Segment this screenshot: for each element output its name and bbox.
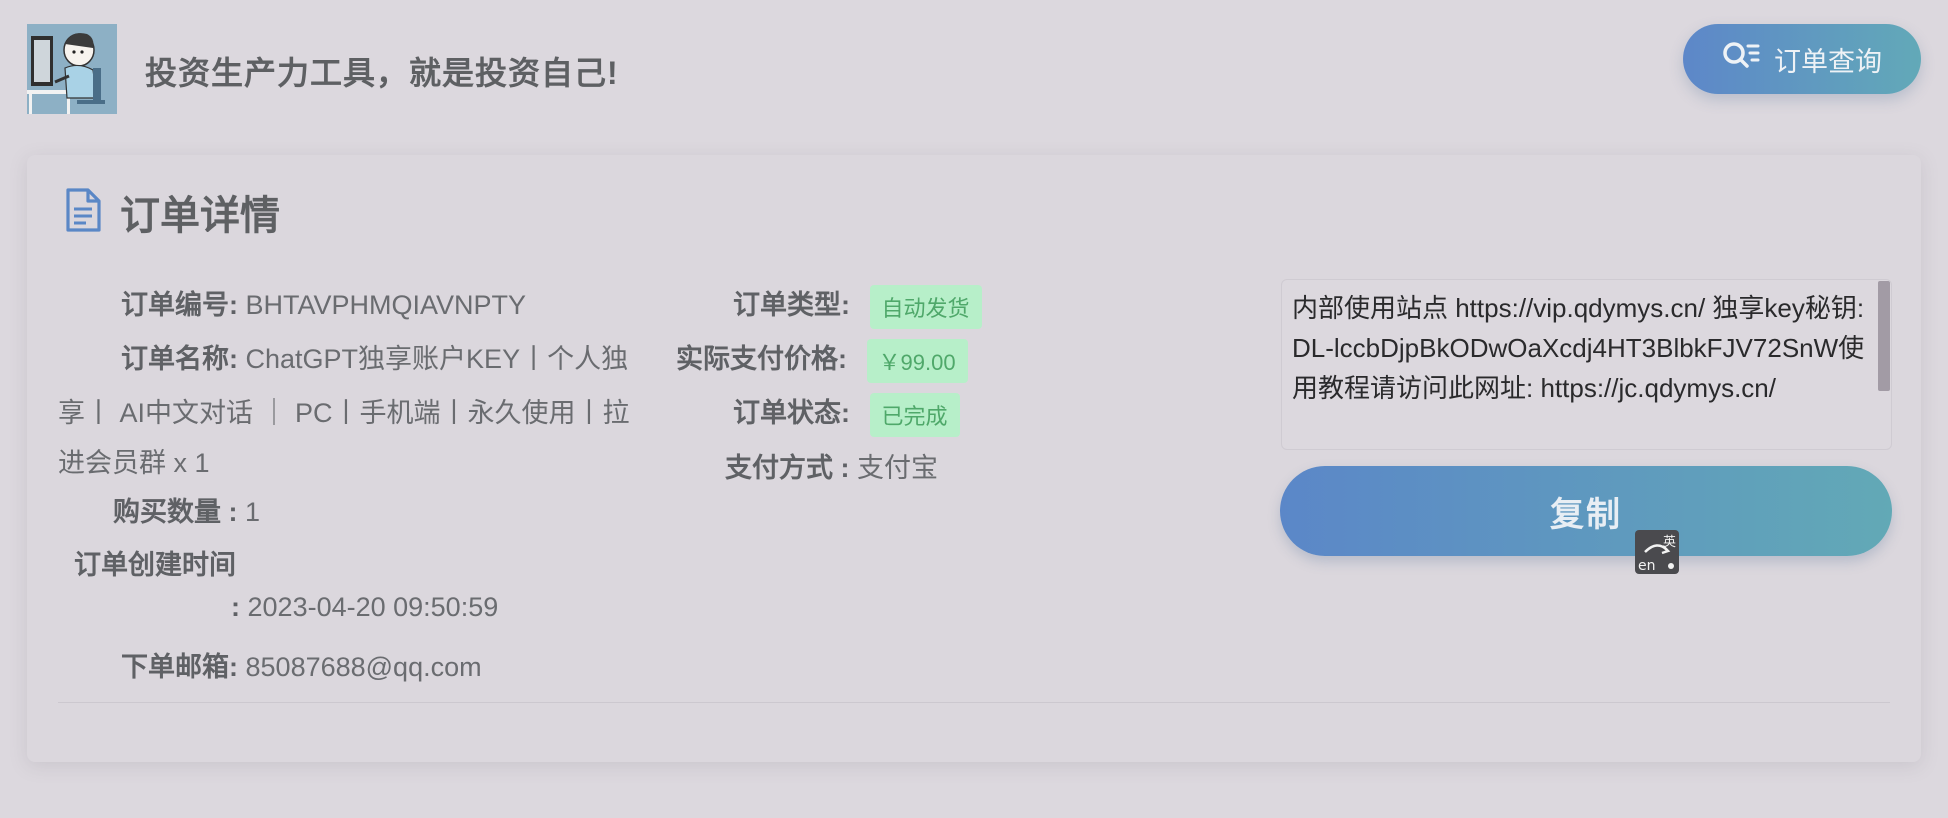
order-query-button[interactable]: 订单查询: [1683, 24, 1921, 94]
created-colon: :: [231, 592, 240, 622]
key-scrollbar[interactable]: [1878, 281, 1890, 391]
key-text: 内部使用站点 https://vip.qdymys.cn/ 独享key秘钥:DL…: [1292, 293, 1865, 403]
order-name-line2: 享丨 AI中文对话 ｜ PC丨手机端丨永久使用丨拉: [58, 398, 630, 428]
site-logo[interactable]: [27, 24, 117, 114]
order-query-label: 订单查询: [1774, 46, 1882, 77]
order-no-row: 订单编号: BHTAVPHMQIAVNPTY: [121, 283, 526, 322]
quantity-value: 1: [245, 497, 261, 527]
payment-label: 支付方式 :: [725, 453, 850, 483]
status-label: 订单状态:: [733, 398, 850, 428]
card-header: 订单详情: [64, 183, 280, 241]
ime-switch-icon[interactable]: 英 en: [1635, 530, 1679, 574]
card-title: 订单详情: [120, 194, 280, 238]
header: 投资生产力工具，就是投资自己! 订单查询: [0, 0, 1948, 140]
payment-value: 支付宝: [857, 453, 939, 483]
created-label-row: 订单创建时间: [74, 543, 236, 582]
created-value: 2023-04-20 09:50:59: [247, 592, 499, 622]
order-no-label: 订单编号:: [121, 290, 238, 320]
created-value-row: : 2023-04-20 09:50:59: [231, 592, 498, 623]
document-icon: [64, 187, 102, 238]
price-tag: ￥99.00: [866, 338, 968, 383]
order-type-label: 订单类型:: [733, 290, 850, 320]
order-no-value: BHTAVPHMQIAVNPTY: [245, 290, 527, 320]
order-type-row: 订单类型: 自动发货: [733, 283, 982, 329]
email-label: 下单邮箱:: [121, 652, 238, 682]
card-divider: [58, 702, 1890, 703]
copy-button[interactable]: 复制: [1280, 466, 1892, 556]
email-row: 下单邮箱: 85087688@qq.com: [121, 645, 482, 684]
created-label: 订单创建时间: [74, 550, 236, 580]
payment-row: 支付方式 : 支付宝: [725, 446, 938, 485]
order-detail-card: 订单详情 订单编号: BHTAVPHMQIAVNPTY 订单名称: ChatGP…: [27, 155, 1921, 762]
price-row: 实际支付价格: ￥99.00: [676, 337, 968, 383]
site-slogan: 投资生产力工具，就是投资自己!: [145, 55, 619, 91]
status-row: 订单状态: 已完成: [733, 391, 960, 437]
search-list-icon: [1722, 40, 1760, 79]
quantity-row: 购买数量 : 1: [113, 490, 260, 529]
email-value: 85087688@qq.com: [245, 652, 482, 682]
price-label: 实际支付价格:: [676, 344, 847, 374]
quantity-label: 购买数量 :: [113, 497, 238, 527]
ime-bottom-label: en: [1638, 558, 1656, 574]
order-name-line1: ChatGPT独享账户KEY丨个人独: [245, 344, 629, 374]
order-type-tag: 自动发货: [869, 284, 982, 329]
key-textarea[interactable]: 内部使用站点 https://vip.qdymys.cn/ 独享key秘钥:DL…: [1281, 279, 1892, 450]
order-name-label: 订单名称:: [121, 344, 238, 374]
order-name-line3: 进会员群 x 1: [58, 448, 210, 478]
order-name-row: 订单名称: ChatGPT独享账户KEY丨个人独: [121, 337, 628, 376]
status-tag: 已完成: [869, 392, 960, 437]
